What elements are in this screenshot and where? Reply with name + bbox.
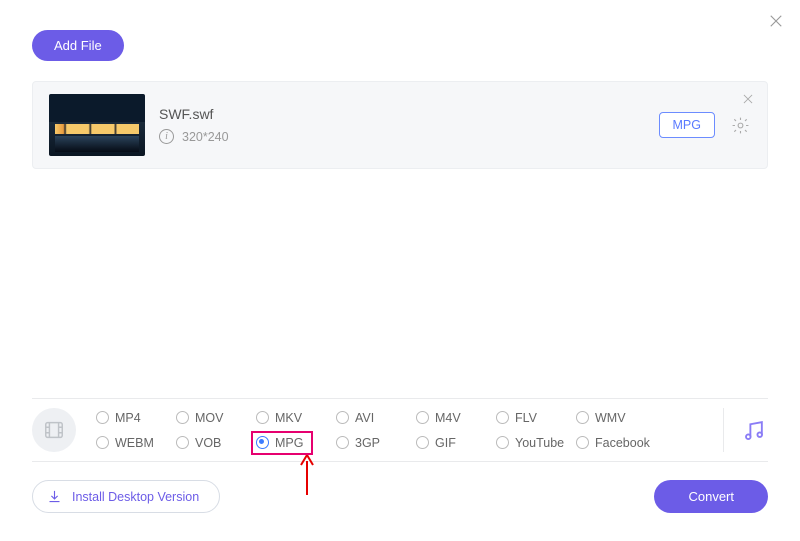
format-option-wmv[interactable]: WMV — [576, 411, 656, 425]
format-option-3gp[interactable]: 3GP — [336, 436, 416, 450]
gear-icon — [731, 116, 750, 135]
format-label: MKV — [275, 411, 302, 425]
format-option-youtube[interactable]: YouTube — [496, 436, 576, 450]
format-option-m4v[interactable]: M4V — [416, 411, 496, 425]
format-option-vob[interactable]: VOB — [176, 436, 256, 450]
settings-button[interactable] — [729, 114, 751, 136]
format-option-mov[interactable]: MOV — [176, 411, 256, 425]
format-label: 3GP — [355, 436, 380, 450]
format-radio-wmv[interactable] — [576, 411, 589, 424]
convert-button[interactable]: Convert — [654, 480, 768, 513]
format-option-webm[interactable]: WEBM — [96, 436, 176, 450]
format-label: MPG — [275, 436, 303, 450]
format-label: YouTube — [515, 436, 564, 450]
format-label: M4V — [435, 411, 461, 425]
format-radio-m4v[interactable] — [416, 411, 429, 424]
format-label: Facebook — [595, 436, 650, 450]
format-option-mpg[interactable]: MPG — [256, 436, 336, 450]
format-radio-vob[interactable] — [176, 436, 189, 449]
target-format-badge[interactable]: MPG — [659, 112, 715, 138]
video-category-button[interactable] — [32, 408, 76, 452]
file-resolution: 320*240 — [182, 130, 229, 144]
film-icon — [43, 419, 65, 441]
format-label: GIF — [435, 436, 456, 450]
format-label: MOV — [195, 411, 223, 425]
format-label: WMV — [595, 411, 626, 425]
format-radio-mpg[interactable] — [256, 436, 269, 449]
format-radio-avi[interactable] — [336, 411, 349, 424]
format-option-facebook[interactable]: Facebook — [576, 436, 656, 450]
info-icon[interactable]: i — [159, 129, 174, 144]
format-label: VOB — [195, 436, 221, 450]
audio-category-button[interactable] — [738, 418, 768, 443]
close-window-button[interactable] — [764, 9, 788, 33]
format-label: MP4 — [115, 411, 141, 425]
format-radio-facebook[interactable] — [576, 436, 589, 449]
format-option-mp4[interactable]: MP4 — [96, 411, 176, 425]
file-card: SWF.swf i 320*240 MPG — [32, 81, 768, 169]
format-option-gif[interactable]: GIF — [416, 436, 496, 450]
format-radio-youtube[interactable] — [496, 436, 509, 449]
format-option-flv[interactable]: FLV — [496, 411, 576, 425]
format-radio-gif[interactable] — [416, 436, 429, 449]
install-desktop-button[interactable]: Install Desktop Version — [32, 480, 220, 513]
file-name: SWF.swf — [159, 106, 645, 122]
close-icon — [767, 12, 785, 30]
format-option-mkv[interactable]: MKV — [256, 411, 336, 425]
format-label: WEBM — [115, 436, 154, 450]
music-icon — [741, 418, 766, 443]
download-icon — [47, 489, 62, 504]
format-radio-mov[interactable] — [176, 411, 189, 424]
separator — [723, 408, 724, 452]
format-radio-mp4[interactable] — [96, 411, 109, 424]
format-radio-3gp[interactable] — [336, 436, 349, 449]
file-thumbnail — [49, 94, 145, 156]
format-label: AVI — [355, 411, 374, 425]
format-option-avi[interactable]: AVI — [336, 411, 416, 425]
format-radio-webm[interactable] — [96, 436, 109, 449]
add-file-button[interactable]: Add File — [32, 30, 124, 61]
remove-file-button[interactable] — [739, 90, 757, 108]
format-selector: MP4 MOV MKV AVI M4V FLV WMV WEBM VOB MPG 3GP GIF Yo… — [32, 398, 768, 462]
format-label: FLV — [515, 411, 537, 425]
close-icon — [741, 92, 755, 106]
format-radio-flv[interactable] — [496, 411, 509, 424]
install-desktop-label: Install Desktop Version — [72, 490, 199, 504]
format-radio-mkv[interactable] — [256, 411, 269, 424]
